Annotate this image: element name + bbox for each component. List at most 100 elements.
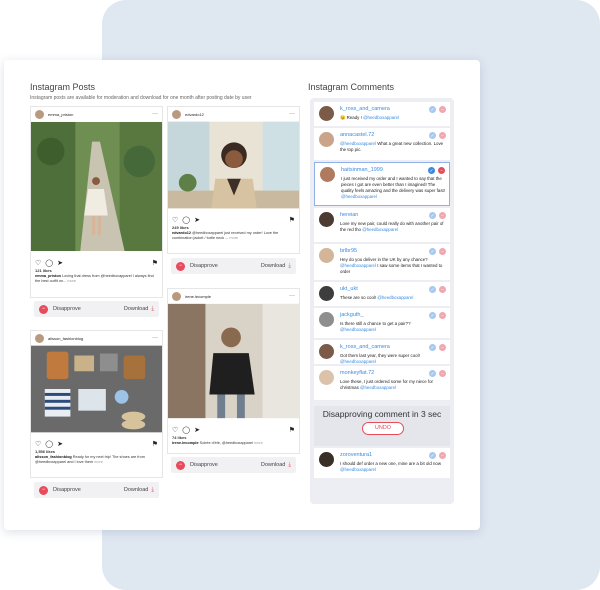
approve-icon[interactable]: ✓: [429, 106, 436, 113]
post-username[interactable]: emma_priston: [48, 112, 152, 117]
post-actions: ♡ ◯ ➤ ⚑: [31, 438, 162, 449]
disapprove-button[interactable]: Disapprove: [190, 263, 218, 269]
share-icon[interactable]: ➤: [194, 216, 200, 224]
comment-text: 😉 Ready ! @heedboxapparel: [340, 115, 400, 120]
disapprove-icon[interactable]: −: [439, 286, 446, 293]
comment-icon[interactable]: ◯: [182, 426, 190, 434]
approve-icon[interactable]: ✓: [429, 452, 436, 459]
avatar[interactable]: [319, 106, 334, 121]
approve-icon[interactable]: ✓: [429, 286, 436, 293]
disapprove-button[interactable]: Disapprove: [53, 487, 81, 493]
post-header: emma_priston ···: [31, 107, 162, 121]
disapprove-button[interactable]: Disapprove: [53, 306, 81, 312]
disapprove-icon[interactable]: −: [439, 344, 446, 351]
post-caption: irene.lecomple Soirée d'été, @heedboxapp…: [172, 441, 263, 445]
post-action-bar: − Disapprove Download ⤓: [34, 301, 159, 317]
comment-icon[interactable]: ◯: [45, 259, 53, 267]
download-icon[interactable]: ⤓: [151, 306, 154, 313]
disapprove-icon[interactable]: −: [439, 370, 446, 377]
approve-icon[interactable]: ✓: [428, 167, 435, 174]
comment-text: Is there still a chance to get a pair?? …: [340, 321, 411, 332]
disapprove-icon[interactable]: −: [176, 261, 185, 271]
heart-icon[interactable]: ♡: [172, 216, 178, 224]
download-button[interactable]: Download: [124, 306, 148, 312]
approve-icon[interactable]: ✓: [429, 212, 436, 219]
avatar[interactable]: [35, 333, 44, 343]
avatar[interactable]: [319, 212, 334, 227]
disapprove-icon[interactable]: −: [439, 312, 446, 319]
avatar[interactable]: [35, 109, 44, 119]
heart-icon[interactable]: ♡: [35, 440, 41, 448]
avatar[interactable]: [319, 132, 334, 147]
comment-text: Hey do you deliver in the UK by any chan…: [340, 257, 443, 274]
disapprove-icon[interactable]: −: [39, 485, 48, 495]
heart-icon[interactable]: ♡: [172, 426, 178, 434]
avatar[interactable]: [172, 291, 181, 301]
disapprove-button[interactable]: Disapprove: [190, 462, 218, 468]
heart-icon[interactable]: ♡: [35, 259, 41, 267]
download-icon[interactable]: ⤓: [288, 462, 291, 469]
undo-button[interactable]: UNDO: [362, 422, 404, 435]
post-action-bar: − Disapprove Download ⤓: [171, 258, 296, 274]
comment-item: brlbr95 Hey do you deliver in the UK by …: [314, 244, 450, 280]
download-icon[interactable]: ⤓: [151, 487, 154, 494]
post-username[interactable]: alisson_fashionblog: [48, 336, 152, 341]
approve-icon[interactable]: ✓: [429, 344, 436, 351]
comments-list[interactable]: k_ross_and_camera 😉 Ready ! @heedboxappa…: [310, 98, 454, 504]
post-actions: ♡ ◯ ➤ ⚑: [31, 257, 162, 268]
post-username[interactable]: irene.lecomple: [185, 294, 289, 299]
disapprove-icon[interactable]: −: [439, 452, 446, 459]
comment-item: k_ross_and_camera 😉 Ready ! @heedboxappa…: [314, 102, 450, 126]
comment-item: annacastel.72 @heedboxapparel What a gre…: [314, 128, 450, 160]
download-button[interactable]: Download: [124, 487, 148, 493]
post-header: edvardo12 ···: [168, 107, 299, 121]
approve-icon[interactable]: ✓: [429, 132, 436, 139]
disapprove-icon[interactable]: −: [176, 460, 185, 470]
posts-subtitle: Instagram posts are available for modera…: [30, 95, 252, 101]
comment-icon[interactable]: ◯: [45, 440, 53, 448]
comment-item: monkeyflat.72 Love these, I just ordered…: [314, 366, 450, 400]
share-icon[interactable]: ➤: [194, 426, 200, 434]
more-options-icon[interactable]: ···: [289, 111, 295, 117]
avatar[interactable]: [320, 167, 335, 182]
disapprove-icon[interactable]: −: [439, 132, 446, 139]
download-icon[interactable]: ⤓: [288, 263, 291, 270]
disapprove-icon[interactable]: −: [439, 248, 446, 255]
share-icon[interactable]: ➤: [57, 259, 63, 267]
avatar[interactable]: [172, 109, 181, 119]
comment-icon[interactable]: ◯: [182, 216, 190, 224]
disapprove-icon[interactable]: −: [438, 167, 445, 174]
avatar[interactable]: [319, 286, 334, 301]
post-action-bar: − Disapprove Download ⤓: [171, 457, 296, 473]
approve-icon[interactable]: ✓: [429, 370, 436, 377]
more-options-icon[interactable]: ···: [152, 335, 158, 341]
post-header: alisson_fashionblog ···: [31, 331, 162, 345]
more-options-icon[interactable]: ···: [289, 293, 295, 299]
comment-item-selected: haitsinman_1999 I just received my order…: [314, 162, 450, 206]
disapprove-icon[interactable]: −: [439, 106, 446, 113]
avatar[interactable]: [319, 248, 334, 263]
avatar[interactable]: [319, 312, 334, 327]
post-username[interactable]: edvardo12: [185, 112, 289, 117]
avatar[interactable]: [319, 344, 334, 359]
disapprove-icon[interactable]: −: [39, 304, 48, 314]
approve-icon[interactable]: ✓: [429, 248, 436, 255]
download-button[interactable]: Download: [261, 462, 285, 468]
avatar[interactable]: [319, 370, 334, 385]
comment-item: hereian Love my new pair, could really d…: [314, 208, 450, 242]
avatar[interactable]: [319, 452, 334, 467]
bookmark-icon[interactable]: ⚑: [289, 426, 295, 434]
disapprove-icon[interactable]: −: [439, 212, 446, 219]
more-options-icon[interactable]: ···: [152, 111, 158, 117]
bookmark-icon[interactable]: ⚑: [152, 440, 158, 448]
comments-title: Instagram Comments: [308, 82, 395, 92]
toast-message: Disapproving comment in 3 sec: [322, 409, 442, 419]
approve-icon[interactable]: ✓: [429, 312, 436, 319]
bookmark-icon[interactable]: ⚑: [152, 259, 158, 267]
bookmark-icon[interactable]: ⚑: [289, 216, 295, 224]
share-icon[interactable]: ➤: [57, 440, 63, 448]
download-button[interactable]: Download: [261, 263, 285, 269]
comment-item: ukt_ukt These are so cool! @heedboxappar…: [314, 282, 450, 306]
post-action-bar: − Disapprove Download ⤓: [34, 482, 159, 498]
comment-text: These are so cool! @heedboxapparel: [340, 295, 414, 300]
